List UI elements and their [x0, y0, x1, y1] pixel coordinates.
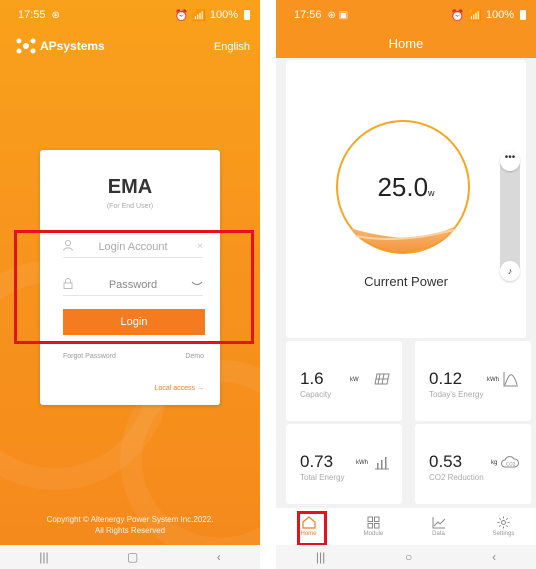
power-number: 25.0: [377, 172, 429, 202]
status-bar: 17:56 ⊛ ▣ ⏰ 📶 100%: [276, 0, 536, 30]
signal-icon: 📶: [468, 9, 482, 22]
tile-value: 0.53: [429, 452, 463, 471]
current-power-card: 25.0w Current Power ••• ♪: [286, 60, 526, 338]
alarm-icon: ⏰: [450, 9, 465, 22]
tab-settings[interactable]: Settings: [471, 508, 536, 545]
tab-label: Settings: [492, 531, 515, 537]
battery-icon: [244, 10, 250, 20]
signal-icon: 📶: [192, 9, 206, 22]
module-grid-icon: [367, 516, 380, 529]
tile-label: Total Energy: [300, 473, 345, 482]
local-access-link[interactable]: Local access →: [155, 385, 204, 392]
svg-text:CO2: CO2: [506, 462, 516, 468]
tile-unit: kWh: [487, 377, 499, 383]
line-chart-icon: [432, 517, 445, 529]
tab-label: Module: [363, 531, 384, 537]
tile-value: 0.12: [429, 369, 463, 388]
tile-unit: kWh: [356, 460, 368, 466]
app-title: EMA: [107, 176, 153, 198]
solar-panel-icon: [374, 371, 390, 392]
copyright-line: All Rights Reserved: [94, 526, 166, 535]
capacity-tile[interactable]: 1.6 kW Capacity: [286, 341, 402, 421]
co2-reduction-tile[interactable]: 0.53 kg CO2 CO2 Reduction: [415, 424, 531, 504]
current-power-value: 25.0w: [286, 172, 526, 203]
language-selector[interactable]: English: [214, 41, 250, 53]
apsystems-logo: APsystems: [16, 38, 105, 54]
recent-apps-button[interactable]: |||: [39, 550, 48, 564]
tile-unit: kg: [491, 460, 498, 466]
highlight-box: [14, 230, 254, 344]
gear-icon: [497, 516, 510, 529]
copyright: Copyright © Altenergy Power System Inc.2…: [0, 514, 260, 536]
app-subtitle: (For End User): [106, 203, 154, 210]
system-nav-bar: ||| ▢ ‹: [0, 545, 260, 569]
bar-chart-icon: [374, 454, 390, 475]
demo-link[interactable]: Demo: [185, 353, 204, 360]
status-bar: 17:55 ⊛ ⏰ 📶 100%: [0, 0, 260, 30]
battery-level: 100%: [209, 9, 238, 21]
page-title: Home: [388, 36, 424, 51]
alarm-icon: ⏰: [174, 9, 189, 22]
tab-data[interactable]: Data: [406, 508, 471, 545]
todays-energy-tile[interactable]: 0.12 kWh Today's Energy: [415, 341, 531, 421]
tile-value: 1.6: [300, 369, 324, 388]
home-nav-button[interactable]: ○: [405, 550, 412, 564]
current-power-label: Current Power: [364, 274, 448, 289]
tile-unit: kW: [350, 377, 359, 383]
tile-label: CO2 Reduction: [429, 473, 484, 482]
highlight-box: [297, 511, 327, 546]
back-button[interactable]: ‹: [492, 550, 496, 564]
tab-label: Data: [432, 531, 445, 537]
tile-label: Capacity: [300, 390, 332, 399]
notification-icon: ⊛: [51, 9, 60, 21]
audio-icon[interactable]: ♪: [500, 261, 520, 281]
system-nav-bar: ||| ○ ‹: [276, 545, 536, 569]
tile-value: 0.73: [300, 452, 334, 471]
total-energy-tile[interactable]: 0.73 kWh Total Energy: [286, 424, 402, 504]
apsystems-logo-icon: [16, 38, 36, 54]
status-time: 17:55: [18, 9, 46, 21]
brand-name: APsystems: [40, 39, 105, 53]
more-icon[interactable]: •••: [500, 151, 520, 171]
tab-module[interactable]: Module: [341, 508, 406, 545]
home-nav-button[interactable]: ▢: [127, 550, 138, 564]
tile-label: Today's Energy: [429, 390, 484, 399]
side-panel-handle[interactable]: ••• ♪: [500, 151, 520, 281]
notification-icon: ⊛ ▣: [327, 9, 349, 21]
back-button[interactable]: ‹: [217, 550, 221, 564]
home-screen: 17:56 ⊛ ▣ ⏰ 📶 100% Home 25.0w Current Po…: [276, 0, 536, 569]
power-unit: w: [428, 188, 435, 198]
energy-curve-icon: [503, 371, 519, 392]
recent-apps-button[interactable]: |||: [316, 550, 325, 564]
co2-cloud-icon: CO2: [501, 454, 519, 475]
battery-icon: [520, 10, 526, 20]
battery-level: 100%: [485, 9, 514, 21]
login-screen: 17:55 ⊛ ⏰ 📶 100% APsystems English EMA (…: [0, 0, 260, 569]
forgot-password-link[interactable]: Forgot Password: [63, 353, 116, 360]
copyright-line: Copyright © Altenergy Power System Inc.2…: [46, 515, 214, 524]
status-time: 17:56: [294, 9, 322, 21]
